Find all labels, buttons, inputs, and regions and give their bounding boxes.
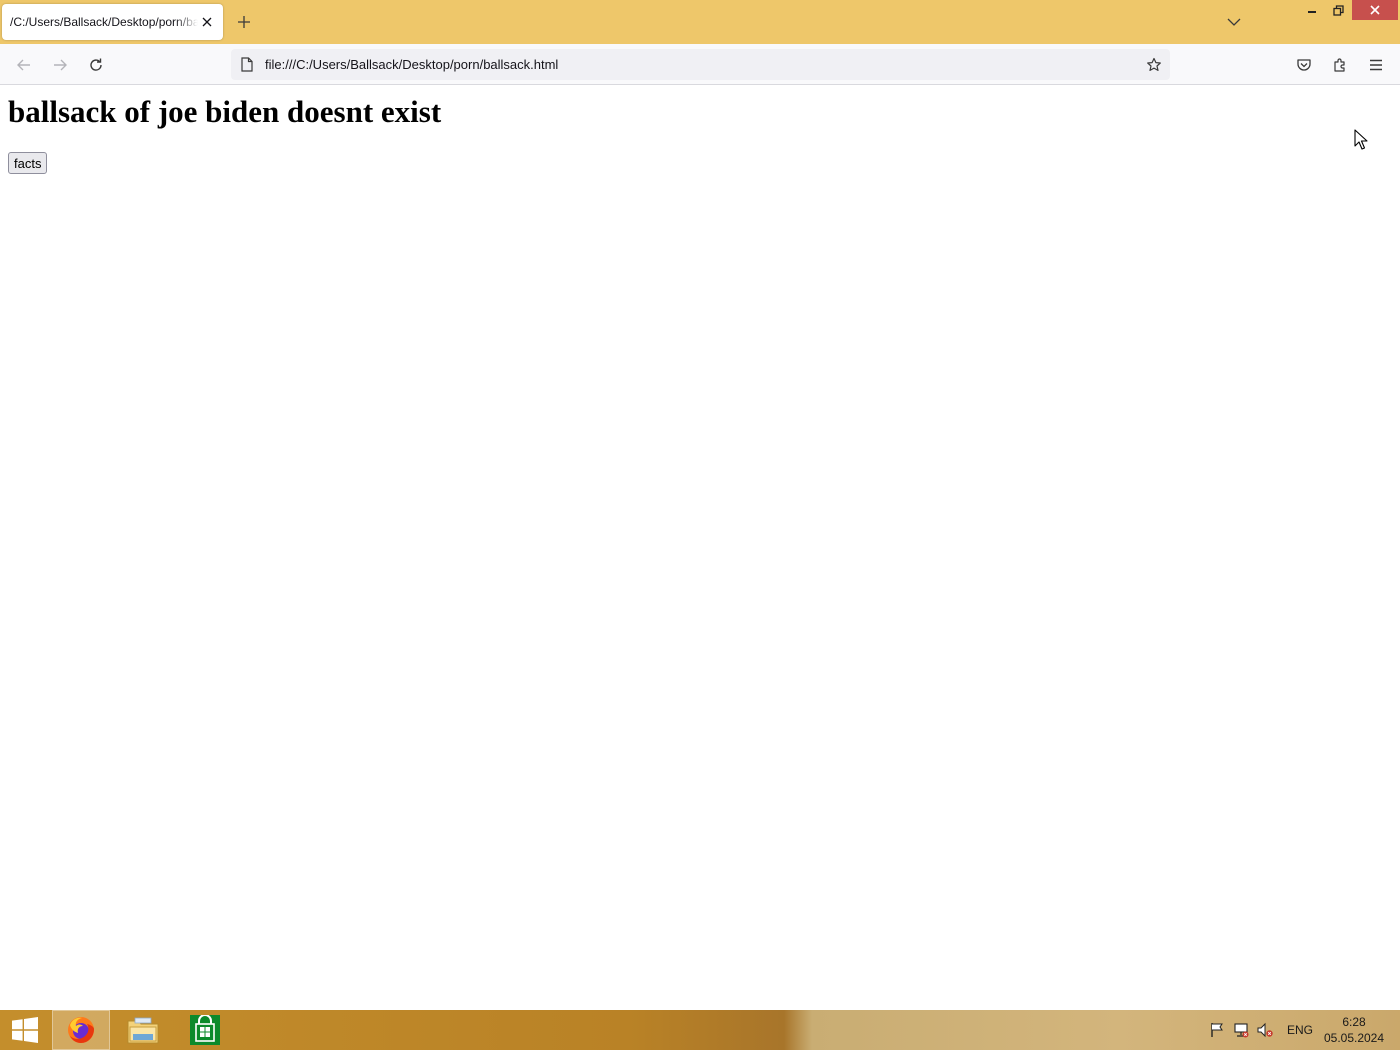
navigation-toolbar: file:///C:/Users/Ballsack/Desktop/porn/b… — [0, 44, 1400, 85]
reload-icon[interactable] — [83, 52, 109, 78]
back-arrow-icon[interactable] — [11, 52, 37, 78]
url-bar[interactable]: file:///C:/Users/Ballsack/Desktop/porn/b… — [231, 49, 1170, 80]
title-bar: /C:/Users/Ballsack/Desktop/porn/ballsack… — [0, 0, 1400, 44]
pocket-icon[interactable] — [1291, 52, 1317, 78]
clock-date: 05.05.2024 — [1323, 1031, 1385, 1045]
close-icon[interactable] — [1352, 0, 1398, 20]
browser-tab[interactable]: /C:/Users/Ballsack/Desktop/porn/ballsack… — [2, 4, 223, 40]
extensions-icon[interactable] — [1327, 52, 1353, 78]
forward-arrow-icon[interactable] — [47, 52, 73, 78]
firefox-icon[interactable] — [52, 1010, 110, 1050]
minimize-icon[interactable] — [1300, 0, 1324, 20]
taskbar: ENG 6:28 05.05.2024 — [0, 1010, 1400, 1050]
network-icon[interactable] — [1232, 1021, 1250, 1039]
menu-icon[interactable] — [1363, 52, 1389, 78]
clock[interactable]: 6:28 05.05.2024 — [1322, 1014, 1386, 1046]
file-explorer-icon[interactable] — [114, 1010, 172, 1050]
chevron-down-icon[interactable] — [1224, 12, 1244, 32]
mouse-cursor-icon — [1354, 129, 1368, 150]
tab-title: /C:/Users/Ballsack/Desktop/porn/ballsack… — [10, 15, 198, 29]
close-icon[interactable] — [199, 14, 215, 30]
windows-logo-icon[interactable] — [0, 1010, 50, 1050]
facts-button[interactable]: facts — [8, 152, 48, 174]
volume-muted-icon[interactable] — [1256, 1021, 1274, 1039]
url-text[interactable]: file:///C:/Users/Ballsack/Desktop/porn/b… — [265, 49, 558, 80]
page-content: ballsack of joe biden doesnt exist facts — [0, 86, 1400, 1010]
star-icon[interactable] — [1144, 55, 1164, 75]
page-heading: ballsack of joe biden doesnt exist — [8, 94, 442, 129]
store-icon[interactable] — [176, 1010, 234, 1050]
restore-icon[interactable] — [1326, 0, 1350, 20]
page-icon — [239, 56, 255, 72]
clock-time: 6:28 — [1342, 1015, 1366, 1029]
plus-icon[interactable] — [234, 12, 254, 32]
language-indicator[interactable]: ENG — [1287, 1010, 1313, 1050]
flag-icon[interactable] — [1208, 1021, 1226, 1039]
